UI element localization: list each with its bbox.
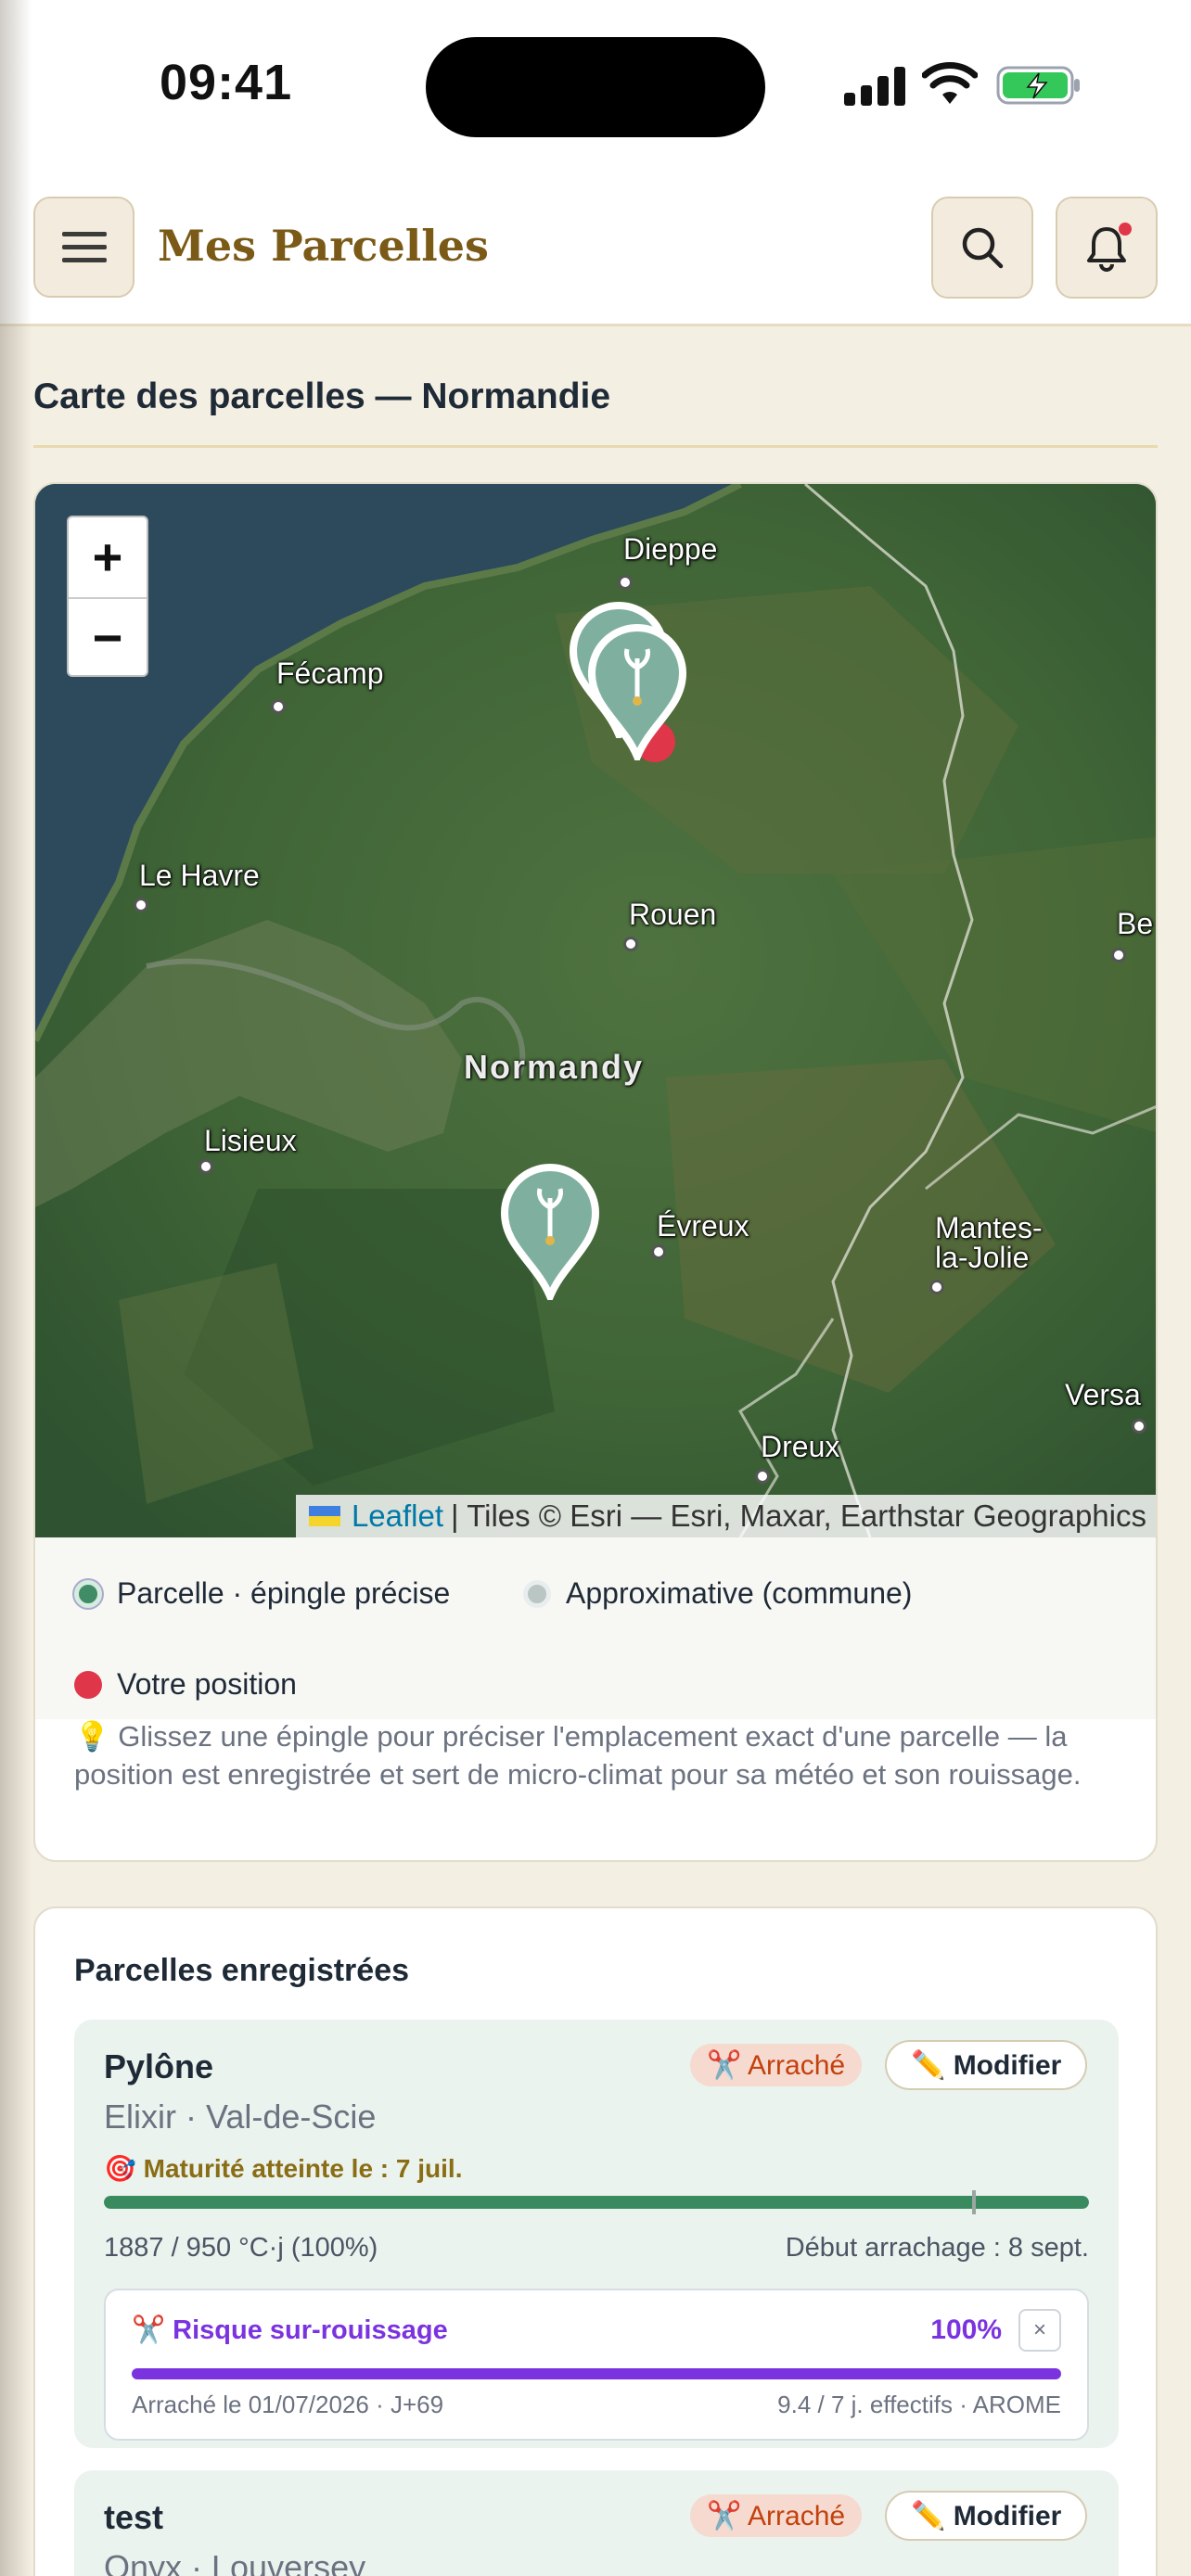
map-card: + − Dieppe Fécamp Le Havre Rouen Normand…	[33, 482, 1158, 1862]
zoom-controls: + −	[67, 516, 148, 677]
signal-icon	[844, 65, 907, 106]
harvest-start: Début arrachage : 8 sept.	[785, 2233, 1089, 2263]
menu-button[interactable]	[33, 197, 134, 298]
city-marker	[134, 898, 148, 912]
app-title: Mes Parcelles	[158, 221, 489, 271]
wifi-icon	[922, 62, 978, 104]
city-label-dieppe: Dieppe	[623, 532, 718, 566]
search-icon	[962, 227, 1004, 269]
map-legend: Parcelle · épingle précise Approximative…	[35, 1537, 1156, 1719]
city-marker	[271, 699, 286, 714]
maturity-date: 🎯 Maturité atteinte le : 7 juil.	[104, 2154, 463, 2183]
legend-precise-label: Parcelle · épingle précise	[117, 1576, 451, 1610]
risk-percentage: 100%	[930, 2315, 1002, 2345]
title-divider	[33, 445, 1158, 448]
tiles-credit: | Tiles © Esri — Esri, Maxar, Earthstar …	[451, 1498, 1146, 1533]
parcels-card: Parcelles enregistrées Pylône Elixir · V…	[33, 1906, 1158, 2576]
map-hint: 💡 Glissez une épingle pour préciser l'em…	[74, 1720, 1082, 1791]
city-marker	[929, 1280, 944, 1294]
notifications-button[interactable]	[1056, 197, 1158, 299]
gdd-progress-bar	[104, 2196, 1089, 2209]
city-marker	[618, 575, 633, 590]
legend-precise: Parcelle · épingle précise	[74, 1576, 450, 1611]
city-marker	[651, 1244, 666, 1259]
retting-risk-panel: ✂️ Risque sur-rouissage 100% × Arraché l…	[104, 2289, 1089, 2441]
city-label-dreux: Dreux	[761, 1430, 840, 1463]
risk-close-button[interactable]: ×	[1018, 2309, 1061, 2352]
drawer-edge-shadow	[0, 0, 32, 2576]
city-marker	[1132, 1419, 1146, 1434]
legend-position: Votre position	[74, 1667, 297, 1702]
risk-model-info: 9.4 / 7 j. effectifs · AROME	[777, 2391, 1061, 2418]
city-label-beauvais: Be	[1117, 907, 1154, 940]
city-marker	[623, 937, 638, 951]
parcel-item[interactable]: Pylône Elixir · Val-de-Scie ✂️ Arraché ✏…	[74, 2020, 1119, 2448]
satellite-map[interactable]: + − Dieppe Fécamp Le Havre Rouen Normand…	[35, 484, 1156, 1537]
status-badge: ✂️ Arraché	[690, 2044, 863, 2086]
map-section-title: Carte des parcelles — Normandie	[33, 376, 611, 416]
position-dot-icon	[74, 1670, 102, 1699]
status-bar: 09:41	[0, 0, 1191, 176]
battery-charging-icon	[996, 66, 1080, 105]
parcels-title: Parcelles enregistrées	[74, 1953, 410, 1988]
city-label-mantes: Mantes-la-Jolie	[935, 1211, 1043, 1274]
map-attribution: Leaflet | Tiles © Esri — Esri, Maxar, Ea…	[295, 1495, 1156, 1537]
gdd-value: 1887 / 950 °C·j (100%)	[104, 2233, 378, 2263]
hamburger-icon	[61, 231, 107, 262]
edit-button[interactable]: ✏️ Modifier	[885, 2491, 1088, 2541]
legend-approx: Approximative (commune)	[523, 1576, 912, 1611]
city-label-versailles: Versa	[1065, 1378, 1141, 1411]
edit-button[interactable]: ✏️ Modifier	[885, 2040, 1088, 2090]
parcel-variety-place: Onyx · Louversey	[104, 2548, 366, 2576]
city-label-le-havre: Le Havre	[139, 859, 260, 892]
city-marker	[1111, 948, 1126, 963]
risk-bar	[132, 2368, 1061, 2379]
city-marker	[198, 1159, 213, 1174]
precise-dot-icon	[74, 1579, 102, 1608]
notification-dot	[1119, 223, 1132, 236]
region-label: Normandy	[464, 1048, 645, 1086]
parcel-pin-precise[interactable]	[499, 1161, 601, 1300]
risk-harvest-date: Arraché le 01/07/2026 · J+69	[132, 2391, 444, 2418]
legend-approx-label: Approximative (commune)	[566, 1576, 913, 1610]
status-time: 09:41	[160, 55, 293, 110]
zoom-in-button[interactable]: +	[69, 517, 147, 597]
legend-position-label: Votre position	[117, 1667, 297, 1701]
zoom-out-button[interactable]: −	[69, 597, 147, 675]
harvest-marker	[972, 2190, 976, 2214]
dynamic-island	[426, 37, 765, 137]
app-header: Mes Parcelles	[0, 176, 1191, 326]
parcel-name: Pylône	[104, 2047, 214, 2085]
city-label-rouen: Rouen	[629, 898, 717, 931]
search-button[interactable]	[931, 197, 1033, 299]
city-marker	[755, 1469, 770, 1484]
risk-title: ✂️ Risque sur-rouissage	[132, 2315, 448, 2345]
parcel-name: test	[104, 2498, 164, 2536]
app-screen: 09:41 Mes Parcelles Carte des parcelles …	[0, 0, 1191, 2576]
status-badge: ✂️ Arraché	[690, 2494, 863, 2537]
gdd-progress-fill	[104, 2196, 1089, 2209]
city-label-evreux: Évreux	[657, 1209, 749, 1243]
ukraine-flag-icon	[308, 1506, 340, 1526]
leaflet-link[interactable]: Leaflet	[352, 1498, 443, 1534]
parcel-item[interactable]: test Onyx · Louversey ✂️ Arraché ✏️ Modi…	[74, 2470, 1119, 2576]
city-label-fecamp: Fécamp	[276, 657, 384, 690]
parcel-pin-precise[interactable]	[586, 621, 688, 760]
parcel-variety-place: Elixir · Val-de-Scie	[104, 2098, 377, 2136]
city-label-lisieux: Lisieux	[204, 1124, 297, 1157]
approx-dot-icon	[523, 1579, 551, 1608]
